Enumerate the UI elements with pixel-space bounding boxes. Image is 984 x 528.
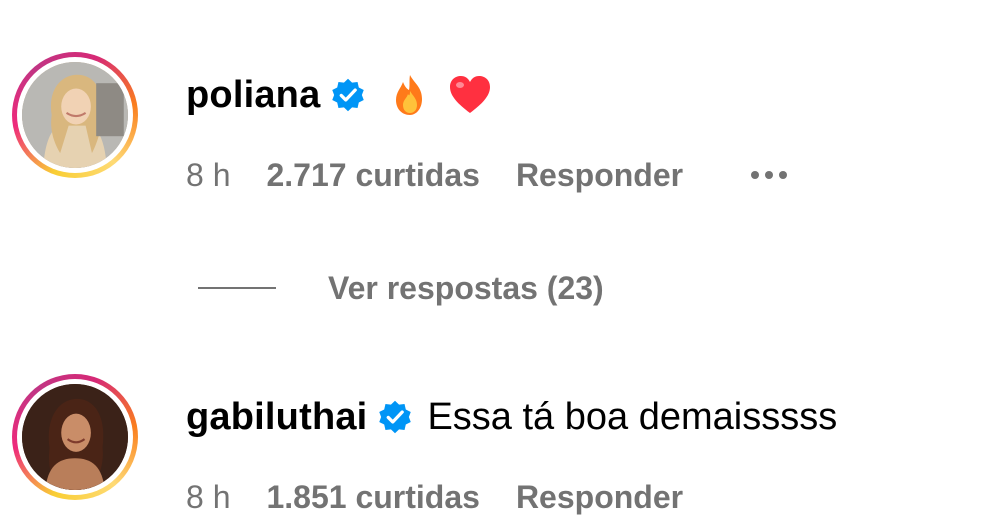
avatar-gap: [17, 57, 133, 173]
comment-header: poliana: [186, 70, 492, 120]
comment-time: 8 h: [186, 478, 231, 515]
comment-meta: 8 h 1.851 curtidas Responder: [186, 472, 683, 522]
likes-count[interactable]: 2.717 curtidas: [266, 157, 479, 194]
reply-button[interactable]: Responder: [516, 479, 683, 516]
story-ring-avatar[interactable]: [12, 52, 138, 178]
username[interactable]: poliana: [186, 74, 320, 117]
likes-count[interactable]: 1.851 curtidas: [266, 479, 479, 516]
avatar-gap: [17, 379, 133, 495]
replies-divider: [198, 287, 276, 289]
avatar-poliana[interactable]: [22, 62, 128, 168]
comment-item: gabiluthai Essa tá boa demaisssss 8 h 1.…: [0, 370, 984, 515]
avatar-portrait-image: [22, 384, 128, 490]
comment-time: 8 h: [186, 156, 231, 193]
story-ring-avatar[interactable]: [12, 374, 138, 500]
comment-item: poliana 8 h 2.717 curtidas Responder: [0, 48, 984, 193]
avatar-portrait-image: [22, 62, 128, 168]
dot-icon: [779, 171, 788, 179]
view-replies[interactable]: Ver respostas (23): [198, 265, 604, 311]
verified-badge-icon: [379, 400, 412, 434]
verified-badge-icon: [332, 78, 365, 112]
comment-meta: 8 h 2.717 curtidas Responder: [186, 150, 788, 200]
reply-button[interactable]: Responder: [516, 157, 683, 194]
more-options-icon[interactable]: [751, 171, 788, 179]
comment-header: gabiluthai Essa tá boa demaisssss: [186, 392, 837, 442]
comment-text: Essa tá boa demaisssss: [427, 395, 838, 438]
view-replies-label[interactable]: Ver respostas (23): [328, 270, 604, 307]
dot-icon: [765, 171, 774, 179]
avatar-gabiluthai[interactable]: [22, 384, 128, 490]
dot-icon: [751, 171, 760, 179]
username[interactable]: gabiluthai: [186, 396, 367, 439]
heart-emoji: [450, 76, 491, 113]
fire-emoji: [396, 75, 423, 115]
